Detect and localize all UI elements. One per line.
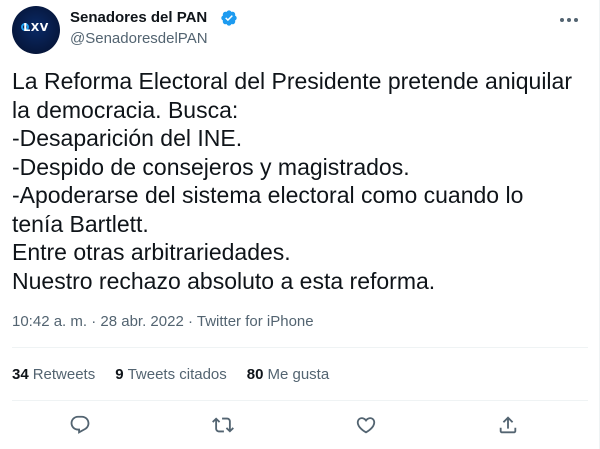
tweet-line: tenía Bartlett. <box>12 210 149 237</box>
tweet-card: LXV Senadores del PAN @SenadoresdelPAN L… <box>0 0 600 449</box>
tweet-actions <box>0 410 600 440</box>
reply-icon[interactable] <box>69 414 91 436</box>
retweets-stat[interactable]: 34 Retweets <box>12 365 95 385</box>
likes-count: 80 <box>246 366 264 383</box>
tweet-stats: 34 Retweets 9 Tweets citados 80 Me gusta <box>12 365 349 385</box>
tweet-line: Entre otras arbitrariedades. <box>12 239 291 265</box>
verified-badge-icon <box>221 10 237 26</box>
tweet-text: La Reforma Electoral del Presidente pret… <box>12 67 582 295</box>
tweet-line: Nuestro rechazo absoluto a esta reforma. <box>12 267 436 294</box>
tweet-line: la democracia. Busca: <box>12 96 239 123</box>
meta-separator: · <box>183 313 197 330</box>
tweet-line: La Reforma Electoral del Presidente pret… <box>12 68 572 94</box>
tweet-date[interactable]: 28 abr. 2022 <box>100 313 183 330</box>
tweet-line: -Desaparición del INE. <box>12 125 243 151</box>
like-icon[interactable] <box>355 414 377 436</box>
quotes-count: 9 <box>115 366 124 383</box>
quotes-stat[interactable]: 9 Tweets citados <box>115 365 227 385</box>
tweet-meta: 10:42 a. m. · 28 abr. 2022 · Twitter for… <box>12 312 314 332</box>
share-icon[interactable] <box>497 414 519 436</box>
quotes-label: Tweets citados <box>127 366 227 383</box>
divider <box>12 347 588 348</box>
retweets-label: Retweets <box>32 366 96 383</box>
handle[interactable]: @SenadoresdelPAN <box>70 29 208 49</box>
likes-stat[interactable]: 80 Me gusta <box>247 365 329 385</box>
tweet-line: -Despido de consejeros y magistrados. <box>12 153 410 180</box>
avatar-text: LXV <box>23 21 49 34</box>
likes-label: Me gusta <box>267 366 330 383</box>
tweet-source[interactable]: Twitter for iPhone <box>197 313 314 330</box>
more-icon[interactable] <box>557 10 581 30</box>
display-name[interactable]: Senadores del PAN <box>70 8 207 28</box>
meta-separator: · <box>87 313 101 330</box>
avatar[interactable]: LXV <box>12 6 60 54</box>
retweets-count: 34 <box>12 366 29 383</box>
tweet-line: -Apoderarse del sistema electoral como c… <box>12 182 524 208</box>
divider <box>12 400 588 401</box>
tweet-time[interactable]: 10:42 a. m. <box>12 313 87 330</box>
retweet-icon[interactable] <box>212 414 234 436</box>
